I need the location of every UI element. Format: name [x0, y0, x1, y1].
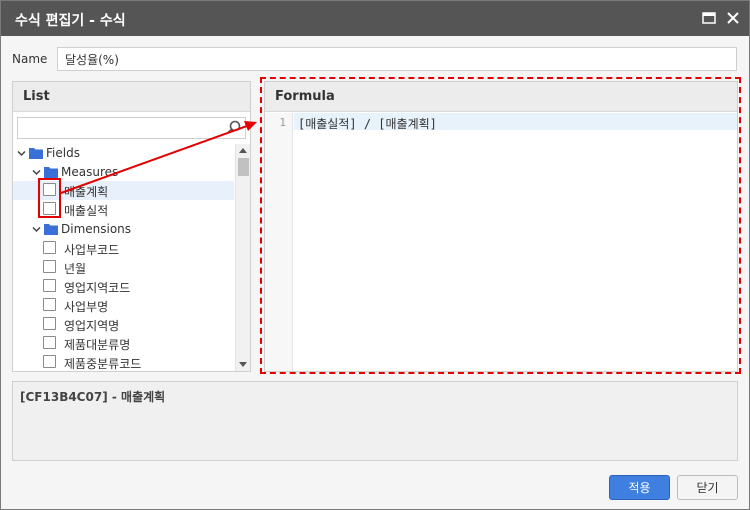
tree-item-dimension[interactable]: 영업지역명	[13, 315, 234, 334]
field-tree: Fields Measures 매출계획 매출실적 Dimensions 사업부…	[13, 144, 234, 371]
formula-editor-dialog: 수식 편집기 - 수식 Name List Fields	[0, 0, 750, 510]
scrollbar-thumb[interactable]	[238, 158, 249, 176]
tree-item-label: 영업지역명	[64, 319, 120, 333]
list-header: List	[13, 82, 250, 112]
tree-node-fields[interactable]: Fields	[13, 144, 234, 163]
formula-editor[interactable]: [매출실적] / [매출계획]	[294, 113, 737, 131]
list-panel: List Fields Measures 매출계획 매출실적 Dimension…	[12, 81, 251, 372]
formula-text: [매출실적] / [매출계획]	[298, 117, 437, 131]
titlebar[interactable]: 수식 편집기 - 수식	[1, 1, 749, 36]
tree-node-label: Measures	[61, 165, 119, 179]
item-checkbox[interactable]	[43, 183, 56, 196]
item-checkbox[interactable]	[43, 317, 56, 330]
tree-item-label: 사업부코드	[64, 243, 120, 257]
tree-item-label: 제품대분류명	[64, 338, 131, 352]
tree-item-label: 사업부명	[64, 300, 109, 314]
item-checkbox[interactable]	[43, 241, 56, 254]
tree-item-label: 매출계획	[64, 185, 109, 199]
list-search-input[interactable]	[17, 117, 246, 139]
tree-node-label: Fields	[46, 146, 80, 160]
chevron-down-icon[interactable]	[32, 225, 41, 234]
tree-item-dimension[interactable]: 제품대분류명	[13, 334, 234, 353]
formula-header: Formula	[265, 82, 737, 112]
maximize-icon[interactable]	[700, 9, 718, 27]
tree-item-label: 매출실적	[64, 204, 109, 218]
tree-item-dimension[interactable]: 년월	[13, 258, 234, 277]
item-checkbox[interactable]	[43, 260, 56, 273]
name-input[interactable]	[57, 47, 737, 71]
description-text: - 매출계획	[107, 390, 166, 404]
scroll-up-icon[interactable]	[239, 148, 247, 153]
folder-icon	[29, 148, 43, 159]
line-gutter: 1	[265, 113, 293, 371]
item-checkbox[interactable]	[43, 279, 56, 292]
item-checkbox[interactable]	[43, 298, 56, 311]
item-checkbox[interactable]	[43, 336, 56, 349]
line-number: 1	[279, 116, 286, 129]
chevron-down-icon[interactable]	[32, 168, 41, 177]
dialog-title: 수식 편집기 - 수식	[15, 13, 126, 29]
tree-item-label: 영업지역코드	[64, 281, 131, 295]
item-checkbox[interactable]	[43, 202, 56, 215]
folder-icon	[44, 224, 58, 235]
item-checkbox[interactable]	[43, 355, 56, 368]
tree-item-measure[interactable]: 매출계획	[13, 181, 234, 200]
tree-node-label: Dimensions	[61, 222, 132, 236]
tree-item-dimension[interactable]: 사업부코드	[13, 239, 234, 258]
scroll-down-icon[interactable]	[239, 362, 247, 367]
name-label: Name	[12, 52, 48, 66]
tree-item-dimension[interactable]: 제품중분류코드	[13, 353, 234, 371]
tree-node-measures[interactable]: Measures	[13, 163, 234, 182]
tree-scrollbar[interactable]	[235, 144, 250, 371]
tree-item-measure[interactable]: 매출실적	[13, 200, 234, 219]
close-icon[interactable]	[724, 9, 742, 27]
formula-panel: Formula 1 [매출실적] / [매출계획]	[264, 81, 738, 372]
folder-icon	[44, 167, 58, 178]
close-button[interactable]: 닫기	[677, 475, 738, 500]
description-code: [CF13B4C07]	[20, 390, 108, 404]
tree-item-label: 제품중분류코드	[64, 357, 142, 371]
description-panel: [CF13B4C07] - 매출계획	[12, 381, 738, 461]
chevron-down-icon[interactable]	[17, 149, 26, 158]
tree-item-label: 년월	[64, 262, 87, 276]
apply-button[interactable]: 적용	[609, 475, 670, 500]
search-icon[interactable]	[226, 120, 242, 136]
tree-node-dimensions[interactable]: Dimensions	[13, 220, 234, 239]
tree-item-dimension[interactable]: 영업지역코드	[13, 277, 234, 296]
tree-item-dimension[interactable]: 사업부명	[13, 296, 234, 315]
